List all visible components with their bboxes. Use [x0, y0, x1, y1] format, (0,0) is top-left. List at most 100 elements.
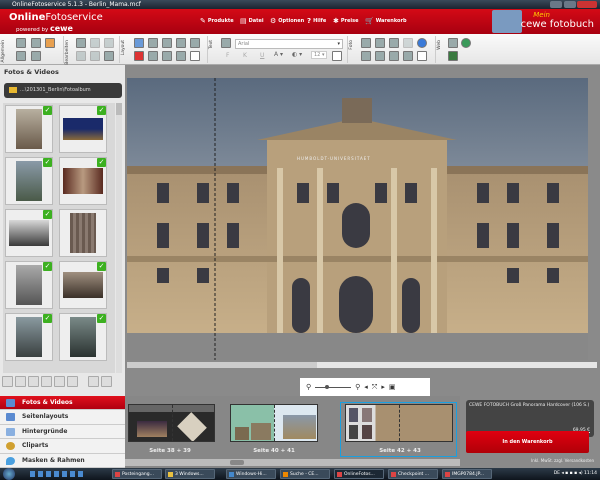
export-icon[interactable] — [31, 38, 41, 48]
paste-icon[interactable] — [104, 51, 114, 61]
search-photo-icon[interactable] — [88, 376, 99, 387]
menu-hilfe[interactable]: ? Hilfe — [307, 17, 326, 25]
text-color-button[interactable]: A ▾ — [274, 51, 283, 58]
photo-thumbnail[interactable]: ✓ — [5, 105, 53, 153]
settings-icon[interactable] — [31, 51, 41, 61]
delete-icon[interactable] — [104, 38, 114, 48]
photo-thumbnail[interactable]: ✓ — [59, 105, 107, 153]
task-windows-hilfe[interactable]: Windows-Hi... — [226, 469, 276, 479]
zoom-in-icon[interactable]: ⚲ — [355, 383, 360, 391]
page-photo[interactable]: HUMBOLDT-UNIVERSITAET — [127, 78, 588, 360]
photo-thumbnail[interactable]: ✓ — [59, 157, 107, 205]
cut-icon[interactable] — [76, 51, 86, 61]
nav-seitenlayouts[interactable]: Seitenlayouts — [0, 410, 125, 425]
close-button[interactable] — [577, 1, 597, 8]
bold-button[interactable]: F — [226, 52, 229, 59]
menu-datei[interactable]: ▤ Datei — [240, 17, 264, 25]
underline-button[interactable]: U — [260, 52, 264, 59]
photo-thumbnail[interactable]: ✓ — [5, 313, 53, 361]
fit-page-icon[interactable]: ⤧ — [372, 383, 378, 392]
page-thumb-38-39[interactable] — [128, 404, 215, 442]
task-suche[interactable]: Suche - CE... — [280, 469, 330, 479]
italic-button[interactable]: K — [243, 52, 247, 59]
task-posteingang[interactable]: Posteingang... — [112, 469, 162, 479]
view-2-icon[interactable] — [41, 376, 52, 387]
background-icon[interactable] — [134, 38, 144, 48]
nav-hintergruende[interactable]: Hintergründe — [0, 425, 125, 440]
clock[interactable]: 11:14 — [584, 471, 597, 476]
menu-preise[interactable]: ✱ Preise — [333, 17, 358, 25]
more-text-icon[interactable] — [332, 51, 342, 61]
zoom-out-icon[interactable]: ⚲ — [306, 383, 311, 391]
info-icon[interactable] — [101, 376, 112, 387]
font-size-select[interactable]: 12 ▾ — [311, 51, 328, 59]
view-3-icon[interactable] — [54, 376, 65, 387]
strip-scrollbar[interactable] — [125, 459, 460, 466]
send-back-icon[interactable] — [190, 38, 200, 48]
nav-cliparts[interactable]: Cliparts — [0, 439, 125, 454]
page-view-icon[interactable]: ▣ — [389, 383, 396, 391]
frame-icon[interactable] — [403, 51, 413, 61]
nav-masken-rahmen[interactable]: Masken & Rahmen — [0, 454, 125, 468]
menu-produkte[interactable]: ✎ Produkte — [200, 17, 234, 25]
maximize-button[interactable] — [564, 1, 576, 8]
assistant-icon[interactable] — [45, 38, 55, 48]
zoom-slider[interactable] — [315, 384, 352, 389]
more-layout-icon[interactable] — [190, 51, 200, 61]
flip-icon[interactable] — [162, 51, 172, 61]
canvas-scrollbar[interactable] — [127, 362, 597, 368]
magnet-icon[interactable] — [134, 51, 144, 61]
web-globe-icon[interactable] — [461, 38, 471, 48]
task-onlinefotoservice[interactable]: OnlineFotos... — [334, 469, 384, 479]
scroll-thumb[interactable] — [230, 460, 244, 465]
start-button[interactable] — [3, 468, 15, 480]
folder-selector[interactable]: ...\201301_Berlin\Fotoalbum — [4, 83, 122, 98]
editor-canvas[interactable]: HUMBOLDT-UNIVERSITAET ⚲ ⚲ ◂ ⤧ ▸ ▣ — [125, 65, 600, 396]
globe-icon[interactable] — [417, 38, 427, 48]
task-windows-explorer[interactable]: 3 Windows... — [165, 469, 215, 479]
menu-optionen[interactable]: ⚙ Optionen — [270, 17, 304, 25]
language-indicator[interactable]: DE — [554, 471, 560, 476]
font-select[interactable]: Arial ▾ — [235, 39, 343, 49]
split-icon[interactable] — [389, 51, 399, 61]
red-eye-icon[interactable] — [403, 38, 413, 48]
photo-thumbnail[interactable]: ✓ — [59, 313, 107, 361]
page-thumb-40-41[interactable] — [230, 404, 318, 442]
rotate-icon[interactable] — [148, 38, 158, 48]
arrange-icon[interactable] — [162, 38, 172, 48]
copy-icon[interactable] — [76, 38, 86, 48]
menu-warenkorb[interactable]: 🛒 Warenkorb — [365, 17, 407, 25]
scroll-thumb[interactable] — [116, 103, 122, 115]
task-checkpoint[interactable]: Checkpoint ... — [388, 469, 438, 479]
zoom-photo-icon[interactable] — [375, 51, 385, 61]
next-page-icon[interactable]: ▸ — [381, 383, 385, 391]
text-bg-button[interactable]: ◐ ▾ — [292, 51, 302, 58]
add-photo-icon[interactable] — [361, 38, 371, 48]
photo-edit-icon[interactable] — [389, 38, 399, 48]
web-user-icon[interactable] — [448, 38, 458, 48]
zoom-in-icon[interactable] — [15, 376, 26, 387]
nav-fotos-videos[interactable]: Fotos & Videos — [0, 396, 125, 411]
prev-page-icon[interactable]: ◂ — [364, 383, 368, 391]
photo-thumbnail[interactable]: ✓ — [5, 157, 53, 205]
web-upload-icon[interactable] — [448, 51, 458, 61]
photo-grid-scrollbar[interactable] — [116, 103, 122, 373]
photo-thumbnail[interactable]: ✓ — [59, 261, 107, 309]
photo-thumbnail[interactable] — [59, 209, 107, 257]
save-icon[interactable] — [16, 38, 26, 48]
redo-icon[interactable] — [90, 38, 100, 48]
minimize-button[interactable] — [550, 1, 562, 8]
more-photo-icon[interactable] — [417, 51, 427, 61]
bring-front-icon[interactable] — [176, 38, 186, 48]
rotate-left-icon[interactable] — [148, 51, 158, 61]
save-as-icon[interactable] — [16, 51, 26, 61]
add-text-icon[interactable] — [221, 38, 231, 48]
view-4-icon[interactable] — [67, 376, 78, 387]
scroll-thumb[interactable] — [317, 362, 597, 368]
photo-thumbnail[interactable]: ✓ — [5, 261, 53, 309]
add-to-cart-button[interactable]: In den Warenkorb — [466, 431, 589, 453]
zoom-out-icon[interactable] — [2, 376, 13, 387]
duplicate-icon[interactable] — [90, 51, 100, 61]
task-image[interactable]: IMGP0784.JP... — [442, 469, 492, 479]
quick-launch-icons[interactable] — [30, 471, 86, 477]
